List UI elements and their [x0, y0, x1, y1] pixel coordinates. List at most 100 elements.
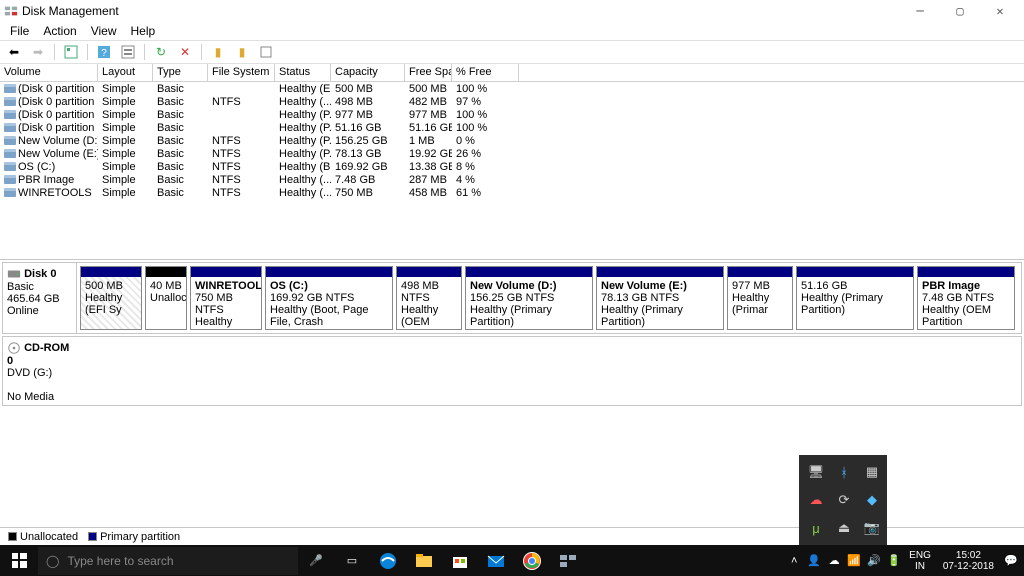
help-button[interactable]: ?	[94, 43, 114, 61]
col-freespace[interactable]: Free Spa...	[405, 64, 452, 81]
col-percentfree[interactable]: % Free	[452, 64, 519, 81]
action1-button[interactable]: ▮	[208, 43, 228, 61]
chrome-icon[interactable]	[514, 545, 550, 576]
search-icon: ◯	[46, 554, 59, 568]
volume-row[interactable]: PBR ImageSimpleBasicNTFSHealthy (...7.48…	[0, 173, 1024, 186]
volume-row[interactable]: OS (C:)SimpleBasicNTFSHealthy (B...169.9…	[0, 160, 1024, 173]
edge-icon[interactable]	[370, 545, 406, 576]
maximize-button[interactable]: ▢	[940, 0, 980, 22]
tray-touchpad-icon[interactable]: ▦	[861, 461, 883, 483]
partition[interactable]: 500 MBHealthy (EFI Sy	[80, 266, 142, 330]
tray-battery-icon[interactable]: 🔋	[885, 545, 903, 576]
volume-row[interactable]: (Disk 0 partition 9)SimpleBasicHealthy (…	[0, 108, 1024, 121]
toolbar: ⬅ ➡ ? ↻ ✕ ▮ ▮	[0, 40, 1024, 64]
volume-row[interactable]: (Disk 0 partition 1)SimpleBasicHealthy (…	[0, 82, 1024, 95]
partition[interactable]: 498 MB NTFSHealthy (OEM	[396, 266, 462, 330]
title-bar: Disk Management ─ ▢ ✕	[0, 0, 1024, 22]
delete-button[interactable]: ✕	[175, 43, 195, 61]
tray-sync-icon[interactable]: ⟳	[833, 489, 855, 511]
menu-action[interactable]: Action	[37, 24, 82, 38]
cortana-mic-icon[interactable]: 🎤	[298, 545, 334, 576]
partition[interactable]: 977 MBHealthy (Primar	[727, 266, 793, 330]
disk-size: 465.64 GB	[7, 293, 60, 305]
legend-unallocated: Unallocated	[8, 531, 78, 543]
col-layout[interactable]: Layout	[98, 64, 153, 81]
menu-file[interactable]: File	[4, 24, 35, 38]
volume-row[interactable]: New Volume (E:)SimpleBasicNTFSHealthy (P…	[0, 147, 1024, 160]
disk-0-row[interactable]: Disk 0 Basic 465.64 GB Online 500 MBHeal…	[2, 262, 1022, 334]
partition-strip: 500 MBHealthy (EFI Sy40 MBUnallocWINRETO…	[77, 263, 1021, 333]
menu-bar: File Action View Help	[0, 22, 1024, 40]
volume-list-header: Volume Layout Type File System Status Ca…	[0, 64, 1024, 82]
system-tray: ˄ 👤 ☁ 📶 🔊 🔋 ENGIN 15:0207-12-2018 💬	[785, 545, 1024, 576]
tray-onedrive-icon[interactable]: ☁	[825, 545, 843, 576]
properties-button[interactable]	[256, 43, 276, 61]
partition[interactable]: New Volume (E:)78.13 GB NTFSHealthy (Pri…	[596, 266, 724, 330]
forward-button[interactable]: ➡	[28, 43, 48, 61]
refresh-button[interactable]: ↻	[151, 43, 171, 61]
settings-button[interactable]	[118, 43, 138, 61]
tray-volume-icon[interactable]: 🔊	[865, 545, 883, 576]
partition[interactable]: 51.16 GBHealthy (Primary Partition)	[796, 266, 914, 330]
disk-type: Basic	[7, 281, 34, 293]
volume-row[interactable]: (Disk 0 partition 10)SimpleBasicHealthy …	[0, 121, 1024, 134]
minimize-button[interactable]: ─	[900, 0, 940, 22]
tray-eject-icon[interactable]: ⏏	[833, 517, 855, 539]
tray-utorrent-icon[interactable]: μ	[805, 517, 827, 539]
col-type[interactable]: Type	[153, 64, 208, 81]
diskmgmt-taskbar-icon[interactable]	[550, 545, 586, 576]
cdrom-row[interactable]: CD-ROM 0 DVD (G:) No Media	[2, 336, 1022, 406]
mail-icon[interactable]	[478, 545, 514, 576]
close-button[interactable]: ✕	[980, 0, 1020, 22]
cdrom-drive: DVD (G:)	[7, 367, 52, 379]
explorer-icon[interactable]	[406, 545, 442, 576]
partition[interactable]: OS (C:)169.92 GB NTFSHealthy (Boot, Page…	[265, 266, 393, 330]
tray-app-icon[interactable]: ◆	[861, 489, 883, 511]
volume-list: Volume Layout Type File System Status Ca…	[0, 64, 1024, 260]
store-icon[interactable]	[442, 545, 478, 576]
menu-help[interactable]: Help	[125, 24, 162, 38]
cdrom-info: CD-ROM 0 DVD (G:) No Media	[3, 337, 77, 405]
partition[interactable]: PBR Image7.48 GB NTFSHealthy (OEM Partit…	[917, 266, 1015, 330]
system-tray-overflow[interactable]: 🖥 ᚼ ▦ ☁ ⟳ ◆ μ ⏏ 📷	[799, 455, 887, 545]
show-hide-button[interactable]	[61, 43, 81, 61]
cdrom-icon	[7, 341, 21, 355]
tray-cloud-icon[interactable]: ☁	[805, 489, 827, 511]
tray-network-icon[interactable]: 📶	[845, 545, 863, 576]
clock[interactable]: 15:0207-12-2018	[937, 550, 1000, 572]
partition[interactable]: 40 MBUnalloc	[145, 266, 187, 330]
tray-camera-icon[interactable]: 📷	[861, 517, 883, 539]
volume-row[interactable]: (Disk 0 partition 5)SimpleBasicNTFSHealt…	[0, 95, 1024, 108]
disk-status: Online	[7, 305, 39, 317]
disk-name: Disk 0	[24, 268, 56, 280]
window-title: Disk Management	[22, 4, 900, 18]
col-status[interactable]: Status	[275, 64, 331, 81]
search-box[interactable]: ◯ Type here to search	[38, 547, 298, 575]
language-indicator[interactable]: ENGIN	[905, 550, 935, 572]
col-capacity[interactable]: Capacity	[331, 64, 405, 81]
tray-bluetooth-icon[interactable]: ᚼ	[833, 461, 855, 483]
app-icon	[4, 4, 18, 18]
task-view-icon[interactable]: ▭	[334, 545, 370, 576]
tray-people-icon[interactable]: 👤	[805, 545, 823, 576]
taskbar: ◯ Type here to search 🎤 ▭ ˄ 👤 ☁ 📶 🔊 🔋 EN…	[0, 545, 1024, 576]
disk-0-info: Disk 0 Basic 465.64 GB Online	[3, 263, 77, 333]
legend-primary: Primary partition	[88, 531, 180, 543]
menu-view[interactable]: View	[85, 24, 123, 38]
volume-row[interactable]: New Volume (D:)SimpleBasicNTFSHealthy (P…	[0, 134, 1024, 147]
tray-display-icon[interactable]: 🖥	[805, 461, 827, 483]
svg-text:?: ?	[101, 48, 107, 59]
col-volume[interactable]: Volume	[0, 64, 98, 81]
partition[interactable]: New Volume (D:)156.25 GB NTFSHealthy (Pr…	[465, 266, 593, 330]
back-button[interactable]: ⬅	[4, 43, 24, 61]
search-placeholder: Type here to search	[67, 554, 173, 568]
start-button[interactable]	[0, 545, 38, 576]
action2-button[interactable]: ▮	[232, 43, 252, 61]
notifications-icon[interactable]: 💬	[1002, 545, 1020, 576]
disk-icon	[7, 267, 21, 281]
col-filesystem[interactable]: File System	[208, 64, 275, 81]
volume-row[interactable]: WINRETOOLSSimpleBasicNTFSHealthy (...750…	[0, 186, 1024, 199]
partition[interactable]: WINRETOOLS750 MB NTFSHealthy (OEM P	[190, 266, 262, 330]
tray-up-icon[interactable]: ˄	[785, 545, 803, 576]
cdrom-status: No Media	[7, 391, 54, 403]
